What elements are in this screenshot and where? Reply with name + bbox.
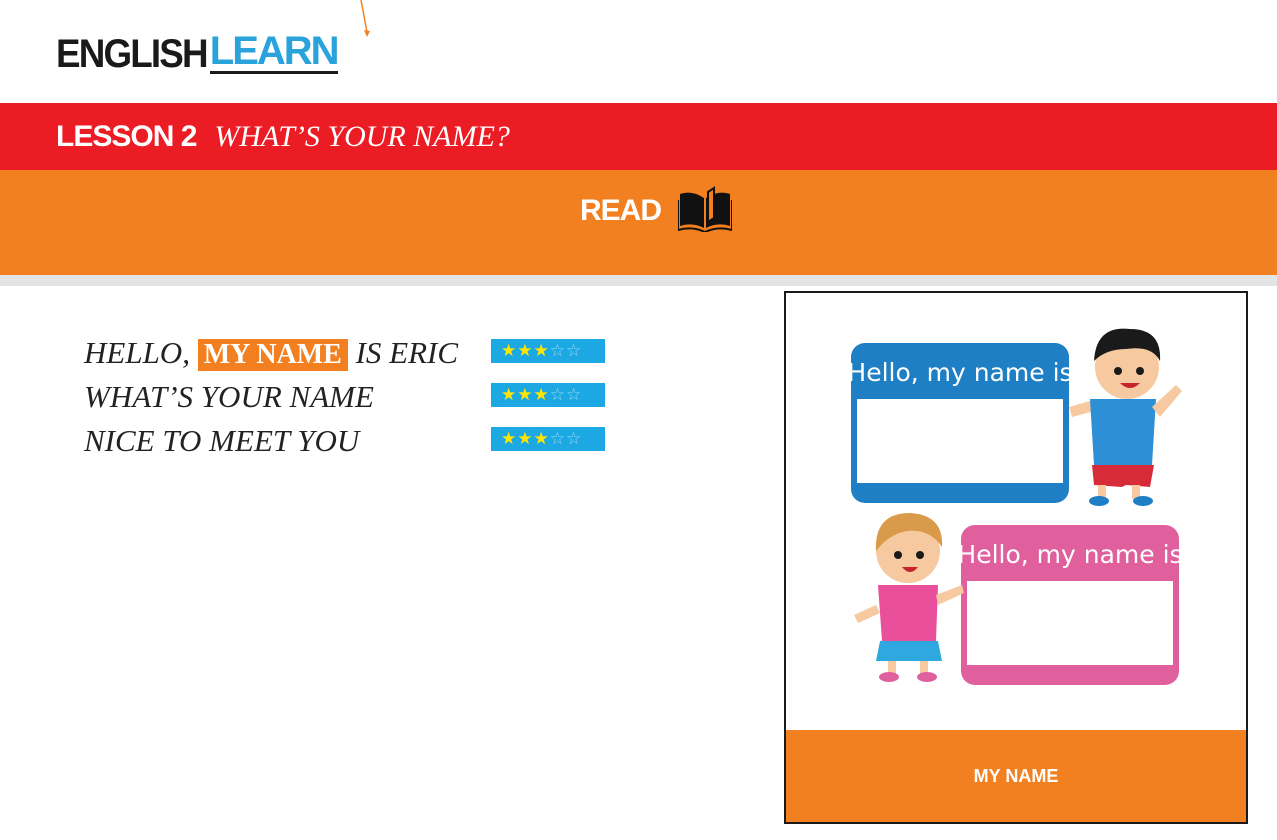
star-filled-icon: ★ bbox=[533, 341, 550, 360]
phrase-1: HELLO, MY NAME IS ERIC bbox=[84, 334, 458, 372]
brand-logo-part1: ENGLISH bbox=[56, 32, 209, 76]
pink-tag-text: Hello, my name is bbox=[957, 540, 1182, 569]
rating-3[interactable]: ★ ★ ★ ☆ ☆ bbox=[491, 427, 605, 451]
star-empty-icon: ☆ bbox=[566, 385, 583, 404]
girl-figure bbox=[854, 513, 964, 682]
star-filled-icon: ★ bbox=[517, 429, 534, 448]
divider bbox=[0, 275, 1277, 286]
phrase-1-start: HELLO, bbox=[84, 335, 198, 370]
lesson-title: WHAT’S YOUR NAME? bbox=[214, 119, 510, 153]
phrase-3: NICE TO MEET YOU bbox=[84, 423, 360, 458]
star-empty-icon: ☆ bbox=[549, 429, 566, 448]
card-footer: MY NAME bbox=[786, 730, 1246, 822]
star-empty-icon: ☆ bbox=[549, 341, 566, 360]
star-empty-icon: ☆ bbox=[549, 385, 566, 404]
star-filled-icon: ★ bbox=[501, 429, 518, 448]
rating-2[interactable]: ★ ★ ★ ☆ ☆ bbox=[491, 383, 605, 407]
open-book-icon[interactable] bbox=[678, 186, 732, 232]
star-empty-icon: ☆ bbox=[566, 429, 583, 448]
lesson-number: LESSON 2 bbox=[56, 119, 197, 153]
section-label: READ bbox=[580, 194, 662, 227]
phrase-2: WHAT’S YOUR NAME bbox=[84, 379, 374, 414]
phrase-1-highlight[interactable]: MY NAME bbox=[197, 339, 348, 371]
boy-figure bbox=[1069, 328, 1182, 506]
star-filled-icon: ★ bbox=[517, 385, 534, 404]
star-filled-icon: ★ bbox=[501, 341, 518, 360]
name-tag-illustration: Hello, my name is Hello, my name is bbox=[847, 328, 1183, 685]
brand-logo[interactable]: ENGLISH LEARN bbox=[56, 28, 340, 76]
star-filled-icon: ★ bbox=[533, 429, 550, 448]
card-caption: MY NAME bbox=[973, 765, 1059, 786]
arrow-icon bbox=[360, 0, 370, 37]
lesson-header: LESSON 2 WHAT’S YOUR NAME? bbox=[0, 103, 1277, 170]
rating-1[interactable]: ★ ★ ★ ☆ ☆ bbox=[491, 339, 605, 363]
blue-tag-text: Hello, my name is bbox=[847, 358, 1072, 387]
brand-logo-part2: LEARN bbox=[209, 29, 340, 74]
star-filled-icon: ★ bbox=[501, 385, 518, 404]
star-filled-icon: ★ bbox=[533, 385, 550, 404]
star-filled-icon: ★ bbox=[517, 341, 534, 360]
illustration-card[interactable]: Hello, my name is Hello, my name is MY N… bbox=[784, 291, 1248, 824]
phrase-1-end: IS ERIC bbox=[347, 335, 459, 370]
star-empty-icon: ☆ bbox=[566, 341, 583, 360]
